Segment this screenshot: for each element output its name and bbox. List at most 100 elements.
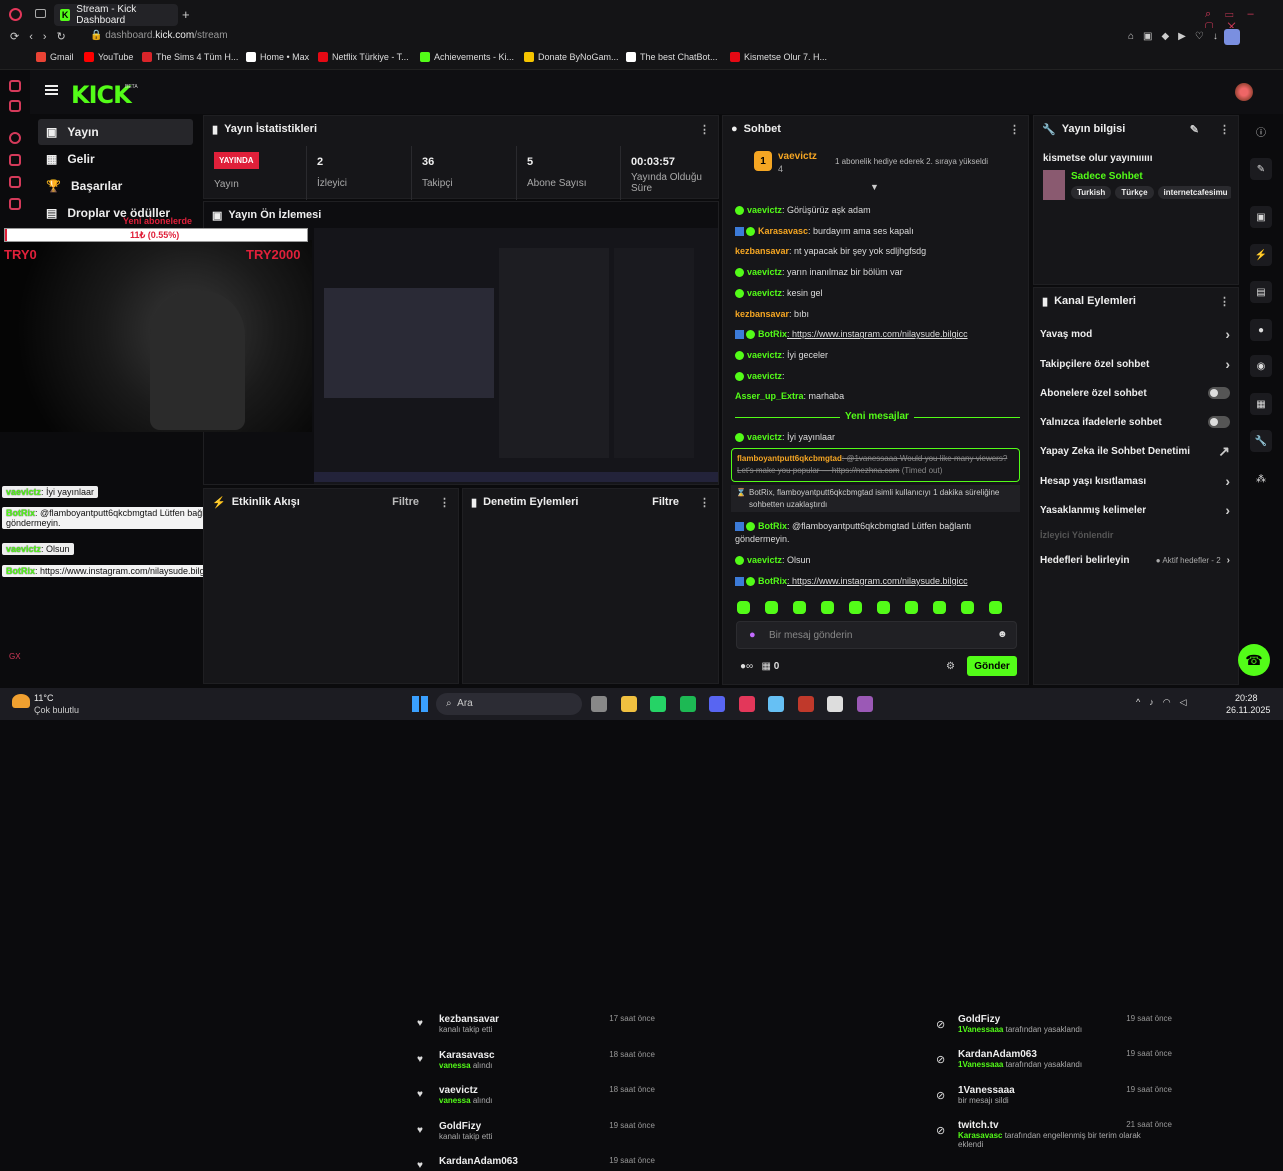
chat-bubble-icon[interactable]: ●	[1250, 319, 1272, 341]
more-menu-icon[interactable]: ⋮	[1219, 123, 1230, 136]
share-icon[interactable]: ⁂	[1250, 468, 1272, 490]
taskbar-app-icon[interactable]	[591, 696, 607, 712]
emote-icon[interactable]	[849, 601, 862, 614]
nav-item-revenue[interactable]: ▦ Gelir	[38, 146, 193, 172]
nav-item-achievements[interactable]: 🏆 Başarılar	[38, 173, 193, 199]
emote-icon[interactable]	[737, 601, 750, 614]
mod-item[interactable]: ⊘ 1Vanessaaa bir mesajı sildi 19 saat önce	[936, 1085, 1172, 1105]
mod-filter[interactable]: Filtre	[652, 496, 679, 508]
activity-item[interactable]: ♥ KardanAdam063 19 saat önce	[417, 1156, 655, 1171]
chat-username[interactable]: vaevictz	[747, 371, 782, 381]
gx-icon[interactable]: GX	[9, 652, 21, 661]
more-menu-icon[interactable]: ⋮	[1219, 295, 1230, 308]
bookmark-item[interactable]: Gmail	[36, 52, 74, 62]
activity-item[interactable]: ♥ vaevictz vanessa alındı 18 saat önce	[417, 1085, 655, 1105]
chat-username[interactable]: vaevictz	[747, 432, 782, 442]
chat-username[interactable]: vaevictz	[747, 267, 782, 277]
player-icon[interactable]	[9, 100, 21, 112]
channel-action-item[interactable]: Yasaklanmış kelimeler ›	[1040, 500, 1230, 520]
tray-icons[interactable]: ^♪◠◁	[1136, 697, 1196, 708]
mic-icon[interactable]: ●	[749, 629, 756, 641]
taskbar-app-icon[interactable]	[738, 696, 755, 712]
taskbar-app-icon[interactable]	[650, 696, 666, 712]
stream-tag[interactable]: Turkish	[1071, 186, 1112, 199]
chat-settings-icon[interactable]: ⚙	[946, 661, 955, 672]
support-button[interactable]: ☎	[1238, 644, 1270, 676]
channel-action-item[interactable]: Hesap yaşı kısıtlaması ›	[1040, 471, 1230, 491]
wrench-icon[interactable]: 🔧	[1250, 430, 1272, 452]
chat-username[interactable]: vaevictz	[747, 555, 782, 565]
chat-input[interactable]: ● Bir mesaj gönderin ☻	[736, 621, 1017, 649]
more-menu-icon[interactable]: ⋮	[699, 123, 710, 136]
weather-icon[interactable]	[12, 694, 30, 708]
mod-item[interactable]: ⊘ KardanAdam063 1Vanessaaa tarafından yasa…	[936, 1049, 1172, 1069]
chat-username[interactable]: Karasavasc	[758, 226, 808, 236]
channel-points[interactable]: ●∞ ▦ 0	[740, 661, 779, 672]
broadcast-icon[interactable]: ◉	[1250, 355, 1272, 377]
messenger-icon[interactable]	[9, 80, 21, 92]
taskbar-app-icon[interactable]	[797, 696, 814, 712]
info-icon[interactable]: ⓘ	[1250, 120, 1272, 142]
opera-logo-icon[interactable]	[9, 8, 22, 21]
collapse-pin-icon[interactable]: ▼	[870, 182, 879, 192]
category-name[interactable]: Sadece Sohbet	[1071, 171, 1143, 182]
activity-item[interactable]: ♥ GoldFizy kanalı takip etti 19 saat önce	[417, 1121, 655, 1141]
nav-item-stream[interactable]: ▣ Yayın	[38, 119, 193, 145]
bolt-icon[interactable]: ⚡	[1250, 244, 1272, 266]
profile-avatar[interactable]	[1224, 29, 1240, 45]
stream-tag[interactable]: Türkçe	[1115, 186, 1154, 199]
emote-icon[interactable]	[793, 601, 806, 614]
taskbar-app-icon[interactable]	[679, 696, 696, 712]
channel-action-item[interactable]: Yapay Zeka ile Sohbet Denetimi ↗	[1040, 441, 1230, 461]
emote-icon[interactable]	[905, 601, 918, 614]
toggle-switch[interactable]	[1208, 387, 1230, 399]
chat-username[interactable]: kezbansavar	[735, 309, 789, 319]
taskbar-app-icon[interactable]	[856, 696, 873, 712]
chat-username[interactable]: flamboyantputt6qkcbmgtad	[737, 454, 842, 463]
bookmark-item[interactable]: Achievements - Ki...	[420, 52, 514, 62]
tab-strip-icon[interactable]	[35, 9, 46, 18]
taskbar-search[interactable]: ⌕ Ara	[436, 693, 582, 715]
chat-link[interactable]: : https://www.instagram.com/nilaysude.bi…	[787, 576, 968, 586]
emote-icon[interactable]	[961, 601, 974, 614]
clock-time[interactable]: 20:28	[1235, 693, 1258, 703]
chat-username[interactable]: BotRix	[758, 576, 787, 586]
layout-icon[interactable]: ▦	[1250, 393, 1272, 415]
bookmark-item[interactable]: Netflix Türkiye - T...	[318, 52, 409, 62]
emoji-icon[interactable]: ☻	[997, 629, 1008, 640]
kick-logo[interactable]: KICK	[71, 81, 132, 109]
user-avatar[interactable]	[1235, 83, 1253, 101]
bookmark-item[interactable]: The Sims 4 Tüm H...	[142, 52, 238, 62]
toggle-switch[interactable]	[1208, 416, 1230, 428]
hamburger-menu-icon[interactable]	[45, 85, 58, 95]
channel-action-item[interactable]: Yalnızca ifadelerle sohbet	[1040, 412, 1230, 432]
chat-username[interactable]: vaevictz	[747, 350, 782, 360]
emote-icon[interactable]	[821, 601, 834, 614]
taskbar-app-icon[interactable]	[827, 696, 843, 712]
bookmark-item[interactable]: Donate ByNoGam...	[524, 52, 619, 62]
nav-buttons[interactable]: ⟳‹›↻	[10, 30, 76, 43]
emote-icon[interactable]	[933, 601, 946, 614]
start-icon[interactable]	[412, 696, 428, 712]
bookmark-item[interactable]: Kismetse Olur 7. H...	[730, 52, 827, 62]
tiktok-icon[interactable]	[9, 176, 21, 188]
whatsapp-icon[interactable]	[9, 132, 21, 144]
browser-toolbar-icons[interactable]: ⌂▣◆▶♡↓	[1128, 31, 1227, 42]
channel-action-item[interactable]: Abonelere özel sohbet	[1040, 383, 1230, 403]
activity-item[interactable]: ♥ kezbansavar kanalı takip etti 17 saat önc…	[417, 1014, 655, 1034]
stream-tag[interactable]: internetcafesimu	[1157, 186, 1231, 199]
activity-item[interactable]: ♥ Karasavasc vanessa alındı 18 saat önce	[417, 1050, 655, 1070]
channel-action-item[interactable]: Yavaş mod ›	[1040, 324, 1230, 344]
new-tab-button[interactable]: +	[182, 7, 190, 22]
activity-filter[interactable]: Filtre	[392, 496, 419, 508]
taskbar-app-icon[interactable]	[768, 696, 784, 712]
chat-username[interactable]: Asser_up_Extra	[735, 391, 804, 401]
more-menu-icon[interactable]: ⋮	[699, 496, 710, 509]
mod-item[interactable]: ⊘ twitch.tv Karasavasc tarafından engellen…	[936, 1120, 1172, 1149]
more-menu-icon[interactable]: ⋮	[439, 496, 450, 509]
document-icon[interactable]: ▤	[1250, 281, 1272, 303]
scan-icon[interactable]: ▣	[1250, 206, 1272, 228]
channel-action-item[interactable]: Takipçilere özel sohbet ›	[1040, 354, 1230, 374]
discord-icon[interactable]	[9, 198, 21, 210]
emote-icon[interactable]	[989, 601, 1002, 614]
